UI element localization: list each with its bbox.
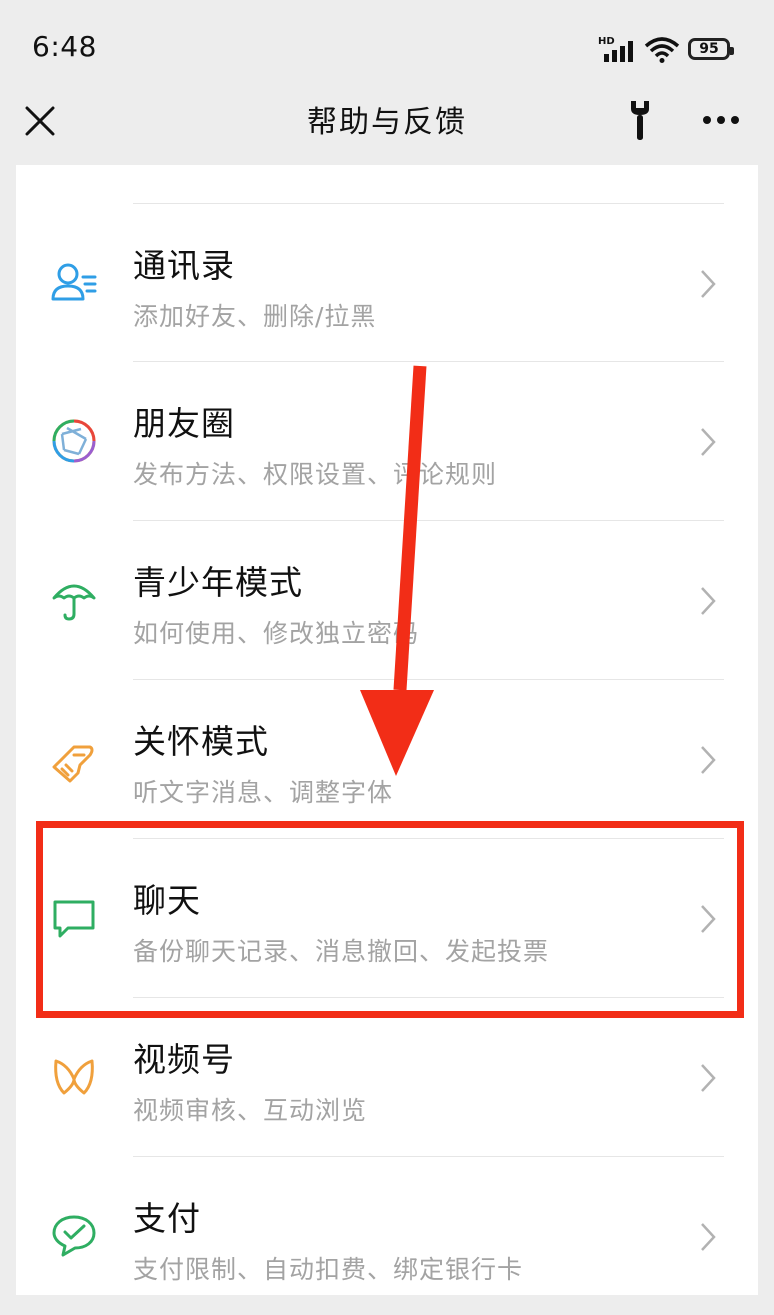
contacts-icon xyxy=(51,263,97,301)
topic-title: 关怀模式 xyxy=(133,722,269,761)
status-time: 6:48 xyxy=(32,30,97,63)
topic-title: 支付 xyxy=(133,1199,201,1238)
chevron-right-icon xyxy=(701,270,716,298)
chevron-right-icon xyxy=(701,587,716,615)
pay-icon xyxy=(52,1215,96,1257)
annotation-highlight-box xyxy=(36,821,744,1018)
annotation-arrow xyxy=(360,365,434,776)
page-title: 帮助与反馈 xyxy=(307,105,467,140)
care-hand-icon xyxy=(52,745,94,783)
umbrella-icon xyxy=(52,584,96,621)
nav-bar: 帮助与反馈 xyxy=(0,95,774,165)
topic-title: 朋友圈 xyxy=(133,404,235,443)
topic-contacts[interactable]: 通讯录 添加好友、删除/拉黑 xyxy=(16,203,758,362)
signal-icon xyxy=(604,41,633,62)
wifi-icon xyxy=(644,37,680,63)
topic-subtitle: 添加好友、删除/拉黑 xyxy=(133,302,377,331)
chevron-right-icon xyxy=(701,428,716,456)
battery-indicator: 95 xyxy=(688,38,734,60)
more-icon[interactable] xyxy=(702,115,740,125)
chevron-right-icon xyxy=(701,746,716,774)
topic-title: 通讯录 xyxy=(133,246,235,285)
channels-icon xyxy=(54,1059,94,1095)
topic-subtitle: 支付限制、自动扣费、绑定银行卡 xyxy=(133,1255,524,1284)
moments-icon xyxy=(52,419,96,463)
topic-channels[interactable]: 视频号 视频审核、互动浏览 xyxy=(16,997,758,1156)
chevron-right-icon xyxy=(701,1223,716,1251)
chevron-right-icon xyxy=(701,1064,716,1092)
status-bar: 6:48 HD 95 xyxy=(0,0,774,95)
wrench-icon[interactable] xyxy=(627,99,653,141)
topic-pay[interactable]: 支付 支付限制、自动扣费、绑定银行卡 xyxy=(16,1156,758,1315)
topic-title: 青少年模式 xyxy=(133,563,303,602)
topic-title: 视频号 xyxy=(133,1040,235,1079)
topic-subtitle: 视频审核、互动浏览 xyxy=(133,1096,368,1125)
